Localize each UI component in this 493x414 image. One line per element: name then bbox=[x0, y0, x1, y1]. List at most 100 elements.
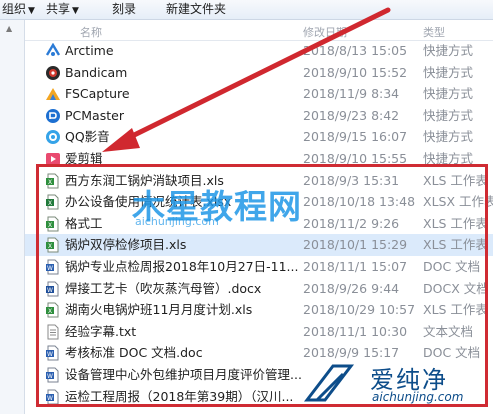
svg-text:X: X bbox=[48, 200, 52, 207]
file-type: XLSX 工作表 bbox=[423, 194, 493, 210]
svg-text:W: W bbox=[47, 351, 53, 358]
file-row[interactable]: X 锅炉双停检修项目.xls 2018/10/1 15:29 XLS 工作表 bbox=[25, 234, 493, 256]
file-name: 爱剪辑 bbox=[65, 150, 103, 166]
file-type: 文本文档 bbox=[423, 323, 474, 339]
navigation-pane[interactable]: ▲ bbox=[0, 20, 25, 414]
file-row[interactable]: Bandicam 2018/9/10 15:52 快捷方式 bbox=[25, 62, 493, 84]
file-date: 2018/9/10 15:52 bbox=[303, 64, 408, 80]
file-date: 2018/8/13 15:05 bbox=[303, 43, 408, 58]
file-type: 快捷方式 bbox=[423, 64, 474, 80]
doc-icon: W bbox=[45, 345, 61, 361]
file-row[interactable]: 爱剪辑 2018/9/10 15:55 快捷方式 bbox=[25, 148, 493, 170]
xls-icon: X bbox=[45, 302, 61, 318]
svg-text:W: W bbox=[47, 373, 53, 380]
svg-text:W: W bbox=[47, 395, 53, 402]
column-header-name[interactable]: 名称 bbox=[80, 24, 102, 40]
file-name: QQ影音 bbox=[65, 129, 110, 145]
column-header-date[interactable]: 修改日期 bbox=[303, 24, 347, 40]
file-row[interactable]: Arctime 2018/8/13 15:05 快捷方式 bbox=[25, 40, 493, 62]
doc-icon: W bbox=[45, 259, 61, 275]
txt-icon bbox=[45, 324, 61, 340]
organize-menu[interactable]: 组织 ▼ bbox=[2, 1, 35, 19]
command-bar: 组织 ▼ 共享 ▼ 刻录 新建文件夹 bbox=[0, 0, 493, 20]
svg-text:X: X bbox=[48, 308, 52, 315]
burn-button[interactable]: 刻录 bbox=[112, 1, 136, 17]
svg-text:W: W bbox=[47, 287, 53, 294]
file-name: FSCapture bbox=[65, 86, 130, 102]
pcmaster-icon bbox=[45, 108, 61, 124]
xlsx-icon: X bbox=[45, 194, 61, 210]
file-name: PCMaster bbox=[65, 107, 124, 123]
share-menu[interactable]: 共享 ▼ bbox=[46, 1, 79, 19]
svg-text:W: W bbox=[47, 265, 53, 272]
file-date: 2018/9/3 15:31 bbox=[303, 172, 400, 188]
column-header-bar: 名称 修改日期 类型 bbox=[25, 20, 493, 41]
file-date: 2018/11/1 15:07 bbox=[303, 258, 408, 274]
file-row[interactable]: PCMaster 2018/9/23 8:42 快捷方式 bbox=[25, 105, 493, 127]
doc-icon: W bbox=[45, 367, 61, 383]
file-type: DOCX 文档 bbox=[423, 280, 489, 296]
file-type: XLS 工作表 bbox=[423, 237, 488, 253]
file-type: DOC 文档 bbox=[423, 258, 481, 274]
file-type: XLS 工作表 bbox=[423, 215, 488, 231]
file-date: 2018/9/23 8:42 bbox=[303, 107, 400, 123]
share-label: 共享 bbox=[46, 2, 71, 16]
file-name: 湖南火电锅炉班11月月度计划.xls bbox=[65, 302, 253, 318]
file-name: 经验字幕.txt bbox=[65, 323, 137, 339]
qq-player-icon bbox=[45, 129, 61, 145]
aichunjing-logo-icon bbox=[303, 364, 355, 402]
xls-icon: X bbox=[45, 173, 61, 189]
file-date: 2018/9/15 16:07 bbox=[303, 129, 408, 145]
file-date: 2018/10/18 13:48 bbox=[303, 194, 416, 210]
file-name: 考核标准 DOC 文档.doc bbox=[65, 345, 203, 361]
file-row[interactable]: 经验字幕.txt 2018/11/1 10:30 文本文档 bbox=[25, 321, 493, 343]
fscapture-icon bbox=[45, 86, 61, 102]
file-date: 2018/11/9 8:34 bbox=[303, 86, 400, 102]
file-date: 2018/10/29 10:57 bbox=[303, 302, 416, 318]
file-name: 运检工程周报（2018年第39期）（汉川... bbox=[65, 388, 294, 404]
file-name: 设备管理中心外包维护项目月度评价管理... bbox=[65, 366, 302, 382]
file-type: XLS 工作表 bbox=[423, 302, 488, 318]
scroll-up-arrow-icon[interactable]: ▲ bbox=[6, 24, 12, 33]
file-date: 2018/11/1 10:30 bbox=[303, 323, 408, 339]
svg-text:X: X bbox=[48, 179, 52, 186]
column-header-type[interactable]: 类型 bbox=[423, 24, 445, 40]
ijianji-icon bbox=[45, 151, 61, 167]
file-name: 锅炉双停检修项目.xls bbox=[65, 237, 187, 253]
file-date: 2018/10/1 15:29 bbox=[303, 237, 408, 253]
file-name: 锅炉专业点检周报2018年10月27日-11... bbox=[65, 258, 299, 274]
file-type: 快捷方式 bbox=[423, 107, 474, 123]
file-name: 焊接工艺卡（吹灰蒸汽母管）.docx bbox=[65, 280, 262, 296]
file-date: 2018/11/2 9:26 bbox=[303, 215, 400, 231]
burn-label: 刻录 bbox=[112, 2, 137, 16]
svg-text:X: X bbox=[48, 243, 52, 250]
file-date: 2018/9/26 9:44 bbox=[303, 280, 400, 296]
file-type: 快捷方式 bbox=[423, 129, 474, 145]
file-row[interactable]: W 焊接工艺卡（吹灰蒸汽母管）.docx 2018/9/26 9:44 DOCX 文档 bbox=[25, 278, 493, 300]
xls-icon: X bbox=[45, 216, 61, 232]
file-name: Bandicam bbox=[65, 64, 128, 80]
file-date: 2018/9/10 15:55 bbox=[303, 150, 408, 166]
docx-icon: W bbox=[45, 281, 61, 297]
bandicam-icon bbox=[45, 65, 61, 81]
file-type: 快捷方式 bbox=[423, 43, 474, 58]
xls-icon: X bbox=[45, 237, 61, 253]
doc-icon: W bbox=[45, 389, 61, 405]
file-row[interactable]: FSCapture 2018/11/9 8:34 快捷方式 bbox=[25, 83, 493, 105]
new-folder-button[interactable]: 新建文件夹 bbox=[166, 1, 226, 17]
file-type: XLS 工作表 bbox=[423, 172, 488, 188]
file-type: 快捷方式 bbox=[423, 150, 474, 166]
organize-label: 组织 bbox=[2, 2, 27, 16]
file-row[interactable]: QQ影音 2018/9/15 16:07 快捷方式 bbox=[25, 126, 493, 148]
file-name: Arctime bbox=[65, 43, 114, 58]
svg-text:X: X bbox=[48, 222, 52, 229]
chevron-down-icon: ▼ bbox=[72, 6, 79, 16]
chevron-down-icon: ▼ bbox=[28, 6, 35, 16]
file-row[interactable]: X 湖南火电锅炉班11月月度计划.xls 2018/10/29 10:57 XLS 工… bbox=[25, 299, 493, 321]
arctime-icon bbox=[45, 43, 61, 59]
file-type: 快捷方式 bbox=[423, 86, 474, 102]
file-row[interactable]: W 锅炉专业点检周报2018年10月27日-11... 2018/11/1 15:0… bbox=[25, 256, 493, 278]
new-folder-label: 新建文件夹 bbox=[166, 2, 227, 16]
watermark-url: aichunjing.com bbox=[135, 215, 219, 228]
watermark-logo-url: aichunjing.com bbox=[372, 390, 464, 404]
